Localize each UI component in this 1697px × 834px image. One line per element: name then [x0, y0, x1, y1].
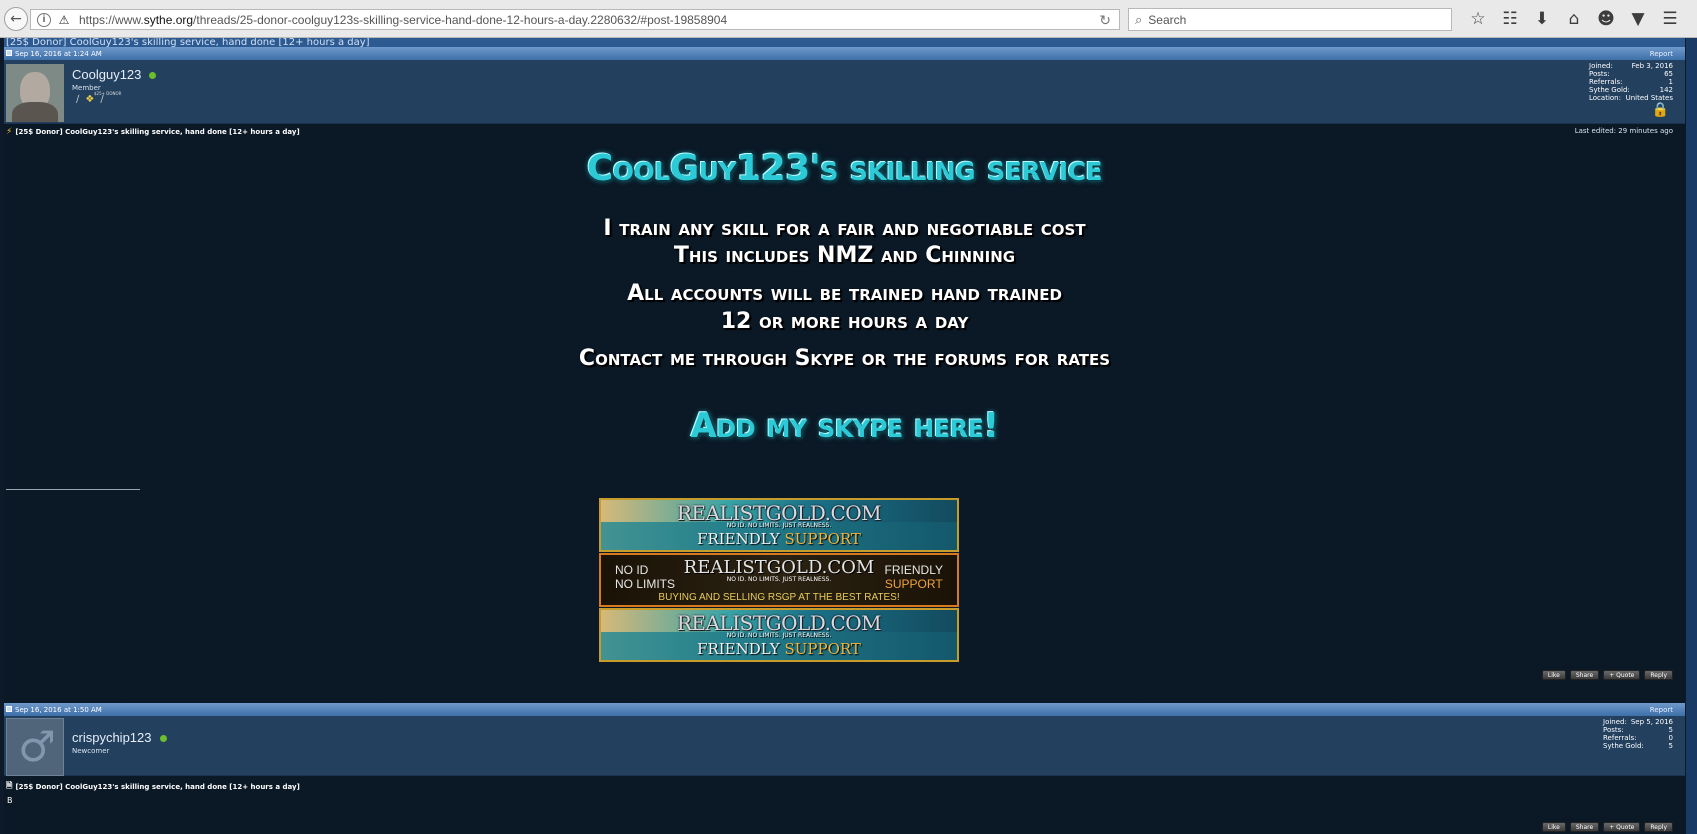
realistgold-banner[interactable]: REALISTGOLD.COM NO ID. NO LIMITS. JUST R…: [599, 608, 959, 662]
reply-button[interactable]: Reply: [1644, 670, 1673, 680]
avatar[interactable]: ♂: [6, 718, 64, 776]
post-actions: Like Share + Quote Reply: [1541, 670, 1673, 680]
bookmark-star-icon[interactable]: ☆: [1462, 8, 1494, 30]
post-body: 🗎 [25$ Donor] CoolGuy123's skilling servi…: [4, 776, 1685, 834]
toolbar-icons: ☆ ☷ ⬇ ⌂ ☻ ▼ ☰: [1462, 8, 1686, 30]
reading-list-icon[interactable]: ☷: [1494, 8, 1526, 30]
arrow-left-icon: ←: [10, 11, 22, 27]
username[interactable]: crispychip123: [72, 730, 167, 745]
quote-button[interactable]: + Quote: [1603, 822, 1641, 832]
report-link[interactable]: Report: [1650, 706, 1673, 714]
search-icon: ⌕: [1135, 11, 1143, 27]
address-bar[interactable]: i ⚠ https://www.sythe.org/threads/25-don…: [30, 9, 1120, 30]
post-title: 🗎 [25$ Donor] CoolGuy123's skilling servi…: [6, 780, 300, 794]
default-avatar-icon: ♂: [18, 722, 56, 771]
avatar[interactable]: [6, 64, 64, 122]
realistgold-banner[interactable]: NO ID NO LIMITS REALISTGOLD.COM NO ID. NO…: [599, 553, 959, 607]
forum-page: [25$ Donor] CoolGuy123's skilling servic…: [4, 38, 1685, 834]
post-date: Sep 16, 2016 at 1:24 AM: [15, 49, 102, 58]
share-button[interactable]: Share: [1569, 822, 1600, 832]
lock-icon: 🔒: [1651, 102, 1669, 118]
online-indicator: [149, 72, 157, 80]
post-message: B: [7, 796, 13, 805]
sword-icon: ∕: [76, 94, 80, 105]
search-placeholder: Search: [1148, 12, 1187, 27]
user-info-bar: ♂ crispychip123 Newcomer Joined: Sep 5, 2…: [4, 716, 1685, 776]
online-indicator: [159, 735, 167, 743]
post-icon: [6, 49, 12, 56]
gold-coins-icon: ❖: [85, 94, 95, 105]
like-button[interactable]: Like: [1541, 822, 1566, 832]
home-icon[interactable]: ⌂: [1558, 8, 1590, 30]
report-link[interactable]: Report: [1650, 50, 1673, 58]
share-button[interactable]: Share: [1569, 670, 1600, 680]
signature-divider: [6, 489, 140, 490]
post-date: Sep 16, 2016 at 1:50 AM: [15, 705, 102, 714]
menu-icon[interactable]: ☰: [1654, 8, 1686, 30]
username[interactable]: Coolguy123: [72, 67, 157, 82]
document-icon: 🗎: [6, 781, 13, 790]
info-icon[interactable]: i: [37, 12, 51, 27]
post-body: ⚡ [25$ Donor] CoolGuy123's skilling servi…: [4, 124, 1685, 734]
reload-icon[interactable]: ↻: [1099, 12, 1111, 29]
service-heading: CoolGuy123's skilling service: [586, 148, 1103, 189]
text-line-2: This includes NMZ and Chinning: [673, 243, 1016, 268]
post-actions: Like Share + Quote Reply: [1541, 822, 1673, 832]
user-stats: Joined: Feb 3, 2016 Posts: 65 Referrals: 1 …: [1589, 62, 1673, 102]
thread-title-strip: [25$ Donor] CoolGuy123's skilling servic…: [4, 38, 1685, 47]
pocket-icon[interactable]: ▼: [1622, 8, 1654, 30]
user-badges: ∕ ❖ ∕: [76, 94, 104, 105]
quote-button[interactable]: + Quote: [1603, 670, 1641, 680]
smiley-icon[interactable]: ☻: [1590, 8, 1622, 30]
sword-icon: ∕: [100, 94, 104, 105]
user-info-bar: Coolguy123 Member $25+ DONOR ∕ ❖ ∕ Joine…: [4, 60, 1685, 124]
post-title: ⚡ [25$ Donor] CoolGuy123's skilling servi…: [6, 127, 300, 137]
text-line-5: Contact me through Skype or the forums f…: [578, 346, 1111, 371]
text-line-1: I train any skill for a fair and negotia…: [603, 216, 1086, 241]
last-edited: Last edited: 29 minutes ago: [1574, 127, 1673, 135]
like-button[interactable]: Like: [1541, 670, 1566, 680]
realistgold-banner[interactable]: REALISTGOLD.COM NO ID. NO LIMITS. JUST R…: [599, 498, 959, 552]
user-rank: Newcomer: [72, 747, 110, 755]
post-header: Sep 16, 2016 at 1:50 AM Report: [4, 703, 1685, 716]
post-header: Sep 16, 2016 at 1:24 AM Report: [4, 47, 1685, 60]
post-icon: [6, 705, 12, 712]
user-stats: Joined: Sep 5, 2016 Posts: 5 Referrals: 0 S…: [1603, 718, 1673, 750]
skype-link[interactable]: Add my skype here!: [4, 406, 1685, 446]
search-input[interactable]: ⌕ Search: [1128, 8, 1452, 31]
url-text[interactable]: https://www.sythe.org/threads/25-donor-c…: [79, 13, 727, 27]
text-line-4: 12 or more hours a day: [720, 309, 969, 334]
download-icon[interactable]: ⬇: [1526, 8, 1558, 30]
browser-toolbar: ← i ⚠ https://www.sythe.org/threads/25-d…: [0, 0, 1697, 38]
warning-icon: ⚠: [58, 12, 70, 27]
back-button[interactable]: ←: [4, 7, 28, 31]
text-line-3: All accounts will be trained hand traine…: [627, 281, 1062, 306]
reply-button[interactable]: Reply: [1644, 822, 1673, 832]
lightning-icon: ⚡: [6, 127, 13, 137]
scrollbar[interactable]: [1686, 38, 1697, 834]
